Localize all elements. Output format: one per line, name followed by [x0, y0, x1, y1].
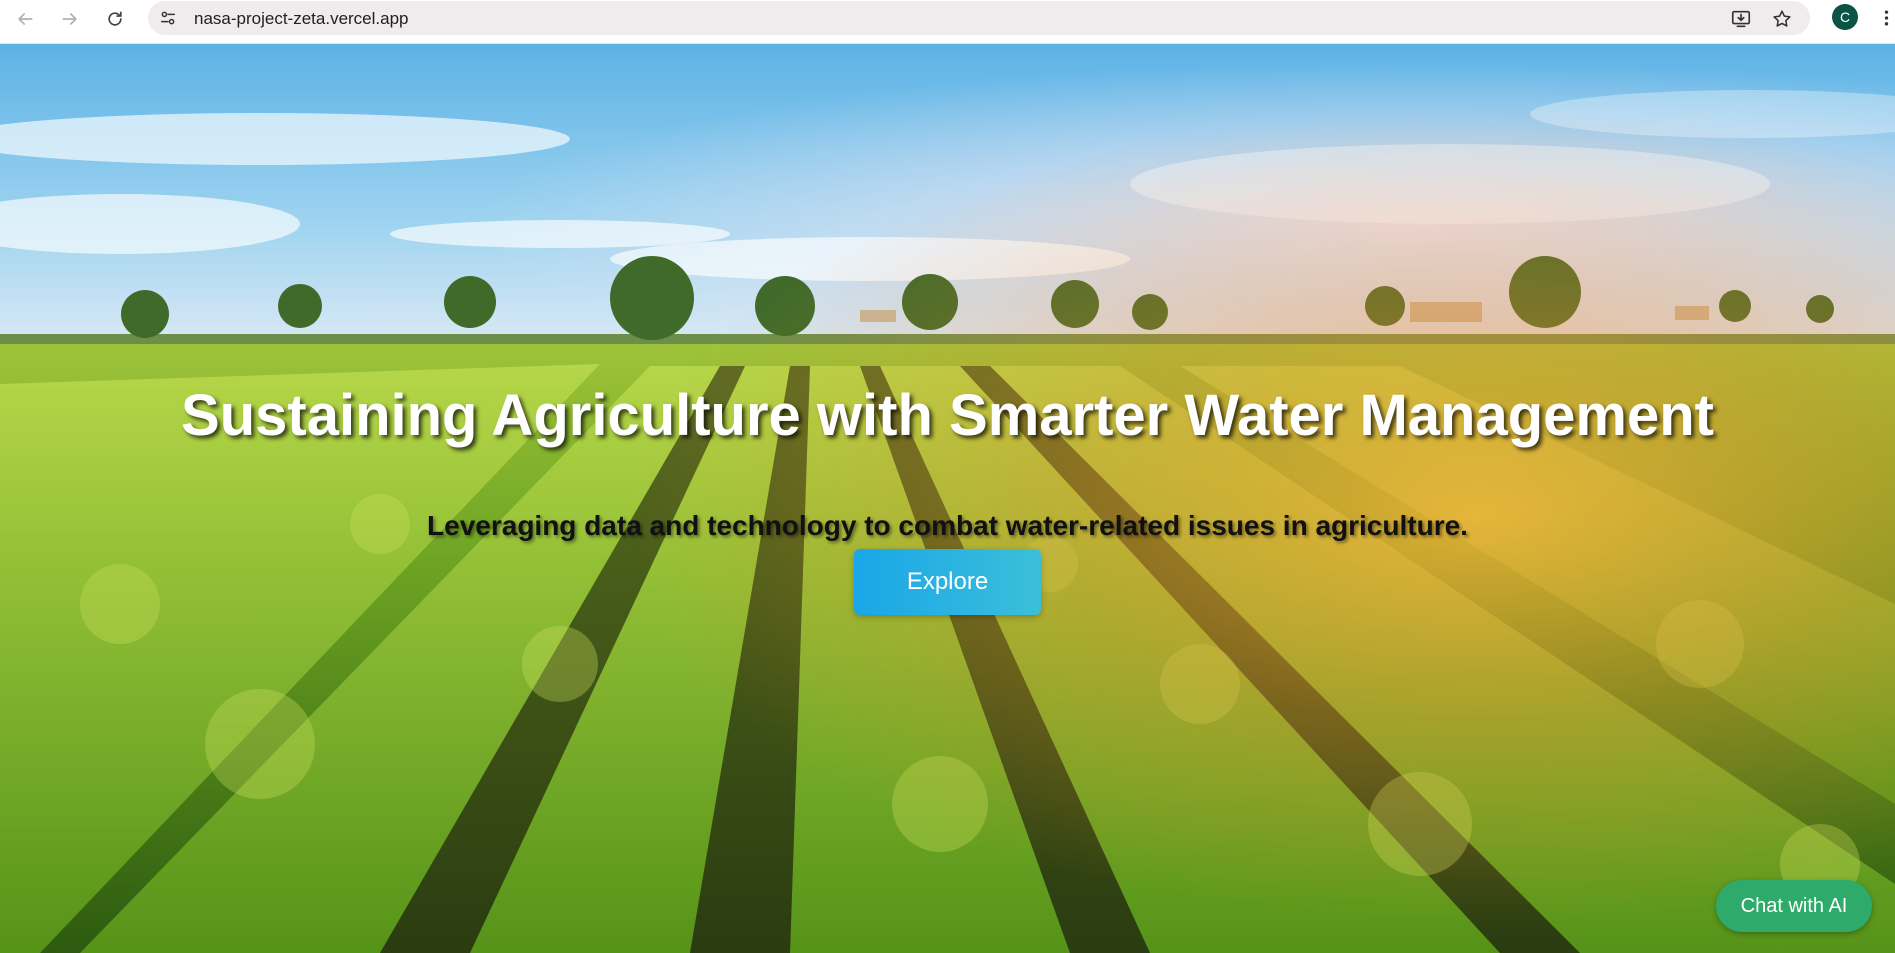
avatar-letter: C	[1839, 9, 1851, 25]
tune-icon	[160, 11, 176, 25]
browser-toolbar: nasa-project-zeta.vercel.app C	[0, 0, 1895, 44]
arrow-left-icon	[18, 13, 33, 25]
star-icon	[1773, 10, 1791, 27]
explore-button[interactable]: Explore	[854, 549, 1041, 615]
arrow-right-icon	[62, 13, 77, 25]
back-button[interactable]	[10, 4, 40, 34]
profile-avatar[interactable]: C	[1832, 4, 1858, 30]
reload-button[interactable]	[100, 4, 130, 34]
hero-section: Sustaining Agriculture with Smarter Wate…	[0, 44, 1895, 953]
hero-subtitle: Leveraging data and technology to combat…	[427, 510, 1468, 541]
url-text[interactable]: nasa-project-zeta.vercel.app	[194, 9, 409, 29]
install-app-button[interactable]	[1729, 7, 1753, 31]
site-info-button[interactable]	[158, 8, 178, 28]
hero-background-image	[0, 44, 1895, 953]
more-vert-icon	[1884, 10, 1888, 26]
install-app-icon	[1731, 10, 1751, 28]
reload-icon	[108, 11, 122, 26]
bookmark-button[interactable]	[1770, 7, 1794, 31]
hero-title: Sustaining Agriculture with Smarter Wate…	[181, 383, 1714, 448]
address-bar[interactable]: nasa-project-zeta.vercel.app	[148, 1, 1810, 35]
chat-with-ai-button[interactable]: Chat with AI	[1716, 880, 1872, 932]
browser-menu-button[interactable]	[1880, 6, 1892, 30]
forward-button[interactable]	[55, 4, 85, 34]
